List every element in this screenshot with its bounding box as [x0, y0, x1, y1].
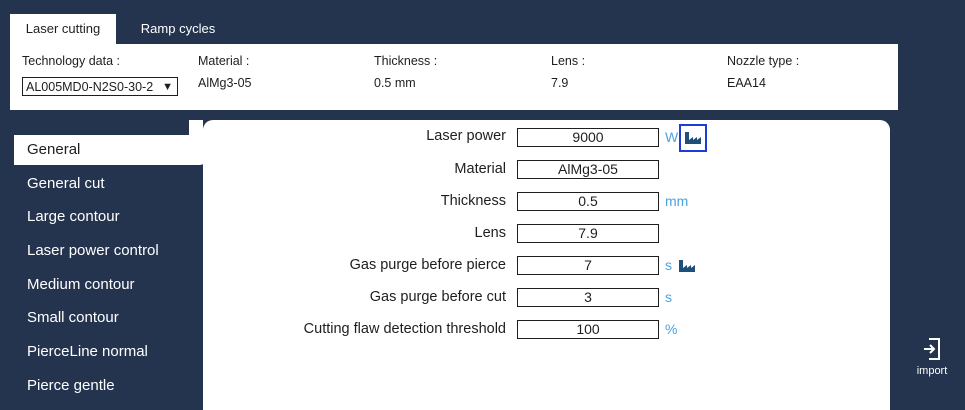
- dropdown-arrow-icon: ▼: [162, 81, 173, 93]
- nozzle-type-label: Nozzle type :: [727, 54, 800, 68]
- param-label-cutting-flaw-detection-threshold: Cutting flaw detection threshold: [303, 321, 506, 337]
- technology-panel: Technology data : AL005MD0-N2S0-30-2 ▼ M…: [10, 44, 898, 110]
- technology-data-value: AL005MD0-N2S0-30-2: [26, 80, 154, 94]
- technology-data-label: Technology data :: [22, 54, 120, 68]
- param-label-gas-purge-before-pierce: Gas purge before pierce: [349, 257, 506, 273]
- sidebar-item-laser-power-control[interactable]: Laser power control: [14, 236, 203, 266]
- sidebar-item-general-cut[interactable]: General cut: [14, 169, 203, 199]
- gas-purge-before-pierce-input[interactable]: 7: [517, 256, 659, 275]
- nozzle-type-value: EAA14: [727, 76, 766, 90]
- param-label-lens: Lens: [474, 225, 506, 241]
- tab-laser-cutting[interactable]: Laser cutting: [10, 14, 116, 44]
- param-label-laser-power: Laser power: [426, 128, 506, 144]
- param-label-thickness: Thickness: [440, 193, 506, 209]
- lens-input[interactable]: 7.9: [517, 224, 659, 243]
- sidebar-item-large-contour[interactable]: Large contour: [14, 202, 203, 232]
- material-value: AlMg3-05: [198, 76, 252, 90]
- parameters-panel: Laser power 9000 W Material AlMg3-05 Thi…: [203, 120, 890, 410]
- cutting-flaw-detection-threshold-unit: %: [665, 321, 678, 337]
- laser-power-input[interactable]: 9000: [517, 128, 659, 147]
- sidebar-item-pierce-gentle[interactable]: Pierce gentle: [14, 371, 203, 401]
- tab-ramp-cycles[interactable]: Ramp cycles: [128, 14, 228, 44]
- sidebar-item-medium-contour[interactable]: Medium contour: [14, 270, 203, 300]
- lens-value: 7.9: [551, 76, 569, 90]
- laser-power-unit: W: [665, 129, 679, 145]
- thickness-input[interactable]: 0.5: [517, 192, 659, 211]
- sidebar-item-pierceline-normal[interactable]: PierceLine normal: [14, 337, 203, 367]
- sidebar-item-small-contour[interactable]: Small contour: [14, 303, 203, 333]
- parameter-groups-sidebar: General General cut Large contour Laser …: [14, 120, 209, 410]
- factory-icon: [685, 132, 701, 144]
- active-tab-connector: [189, 120, 203, 164]
- gas-purge-before-cut-input[interactable]: 3: [517, 288, 659, 307]
- gas-purge-before-pierce-unit: s: [665, 257, 672, 273]
- technology-data-select[interactable]: AL005MD0-N2S0-30-2 ▼: [22, 77, 178, 96]
- import-button[interactable]: import: [910, 336, 954, 380]
- import-icon: [924, 338, 940, 360]
- lens-label: Lens :: [551, 54, 586, 68]
- material-input[interactable]: AlMg3-05: [517, 160, 659, 179]
- material-label: Material :: [198, 54, 250, 68]
- param-label-gas-purge-before-cut: Gas purge before cut: [369, 289, 506, 305]
- cutting-flaw-detection-threshold-input[interactable]: 100: [517, 320, 659, 339]
- import-label: import: [916, 365, 948, 377]
- thickness-unit: mm: [665, 193, 689, 209]
- laser-power-factory-button[interactable]: [679, 124, 707, 152]
- thickness-label: Thickness :: [374, 54, 438, 68]
- thickness-value: 0.5 mm: [374, 76, 416, 90]
- gas-purge-before-cut-unit: s: [665, 289, 672, 305]
- factory-icon[interactable]: [678, 259, 696, 273]
- param-label-material: Material: [454, 161, 506, 177]
- sidebar-item-general[interactable]: General: [14, 135, 209, 165]
